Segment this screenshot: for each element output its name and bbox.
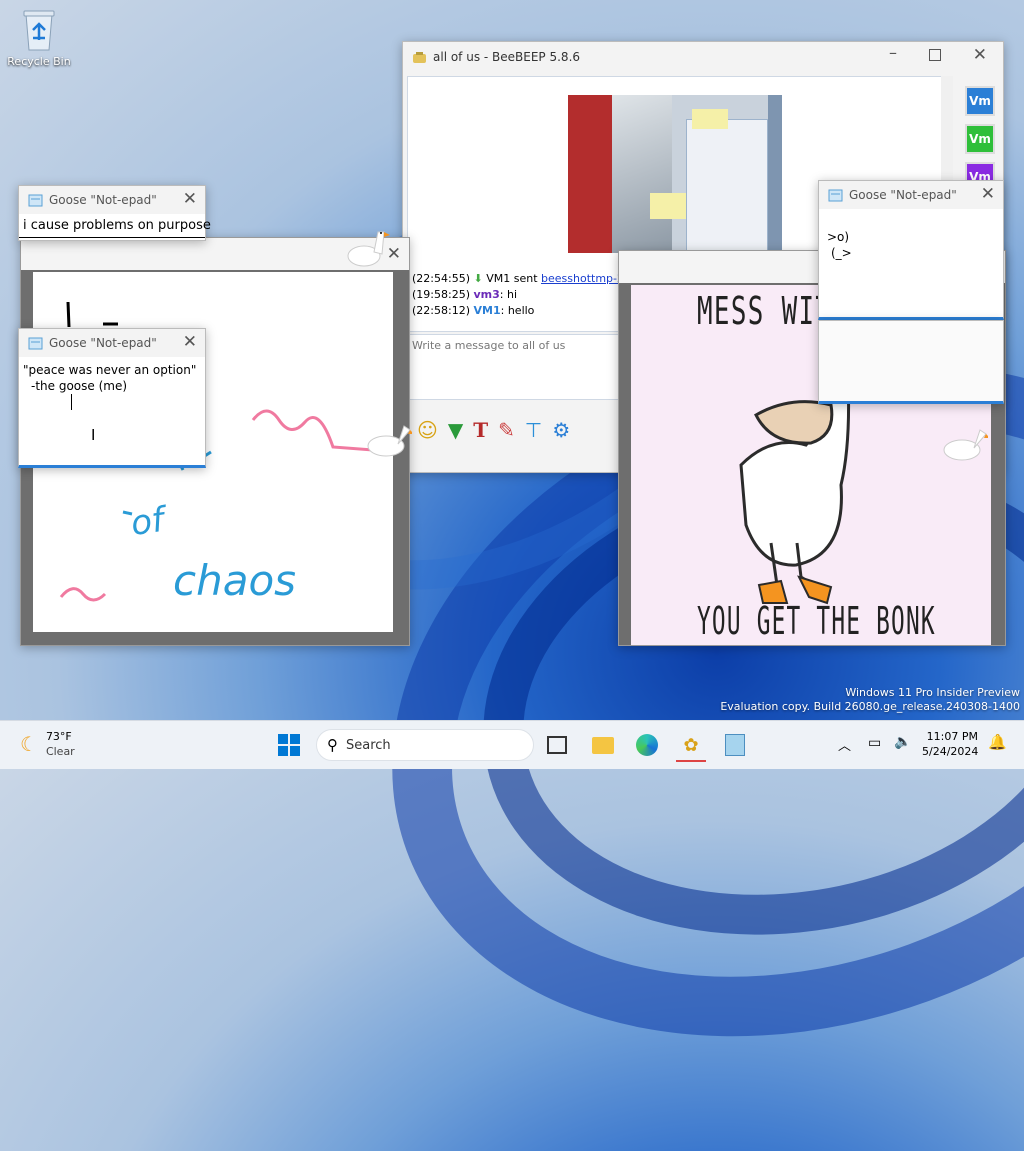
notepad-window[interactable]: Goose "Not-epad" ✕ >o) (_> xyxy=(818,180,1004,320)
notepad-window[interactable]: Goose "Not-epad" ✕ "peace was never an o… xyxy=(18,328,206,468)
folder-icon xyxy=(592,736,614,754)
close-button[interactable]: ✕ xyxy=(981,184,995,204)
message-row: (22:58:12) VM1: hello xyxy=(412,304,535,317)
beebeep-title: all of us - BeeBEEP 5.8.6 xyxy=(433,50,581,64)
user-list: Vm Vm Vm xyxy=(965,86,997,192)
font-icon[interactable]: T xyxy=(473,418,488,442)
edge-button[interactable] xyxy=(632,730,662,760)
user-badge[interactable]: Vm xyxy=(965,124,995,154)
message-row: (19:58:25) vm3: hi xyxy=(412,288,518,301)
bee-app-icon xyxy=(413,51,426,63)
bee-icon: ✿ xyxy=(683,734,699,756)
goose-sprite[interactable] xyxy=(366,420,414,464)
network-icon[interactable]: ▭ xyxy=(868,735,881,751)
watermark: Windows 11 Pro Insider Preview Evaluatio… xyxy=(720,686,1020,713)
bell-icon[interactable]: 🔔 xyxy=(988,733,1007,751)
minimize-button[interactable]: – xyxy=(889,43,897,62)
search-label: Search xyxy=(346,737,391,753)
volume-icon[interactable]: 🔈 xyxy=(894,734,911,750)
edge-icon xyxy=(636,734,658,756)
close-button[interactable]: ✕ xyxy=(183,189,197,209)
file-explorer-button[interactable] xyxy=(588,730,618,760)
notepad-taskbar-button[interactable] xyxy=(720,730,750,760)
weather-widget[interactable]: ☾ 73°F Clear xyxy=(20,729,75,759)
search-icon: ⚲ xyxy=(327,736,338,754)
recycle-bin-icon xyxy=(23,10,55,51)
close-button[interactable]: ✕ xyxy=(973,45,987,65)
taskbar: ☾ 73°F Clear ⚲ Search ✿ ︿ ▭ 🔈 11:07 PM 5… xyxy=(0,720,1024,769)
send-icon[interactable]: ▼ xyxy=(448,418,463,442)
settings-icon[interactable]: ⚙ xyxy=(552,418,570,442)
moon-icon: ☾ xyxy=(20,732,38,756)
ibeam-cursor: I xyxy=(91,426,96,444)
message-input-placeholder: Write a message to all of us xyxy=(412,339,566,352)
goose-sprite[interactable] xyxy=(942,424,990,468)
drawn-word: of xyxy=(128,499,167,545)
notepad-text[interactable]: >o) (_> xyxy=(819,209,1003,281)
emoji-icon[interactable]: ☺ xyxy=(417,418,438,442)
drawn-word: chaos xyxy=(173,556,297,605)
task-view-icon xyxy=(547,736,567,754)
notepad-title: Goose "Not-epad" xyxy=(49,336,157,350)
notepad-title: Goose "Not-epad" xyxy=(849,188,957,202)
windows-logo-icon xyxy=(278,734,300,756)
notepad-text[interactable]: "peace was never an option" -the goose (… xyxy=(19,357,205,443)
message-list: (22:54:55) ⬇ VM1 sent beesshottmp-202 (1… xyxy=(412,271,638,319)
user-badge[interactable]: Vm xyxy=(965,86,995,116)
arrow-icon: ⬇ xyxy=(473,272,483,285)
search-box[interactable]: ⚲ Search xyxy=(316,729,534,761)
notepad-title: Goose "Not-epad" xyxy=(49,193,157,207)
notepad-icon xyxy=(28,194,43,206)
brush-icon[interactable]: ⊤ xyxy=(525,418,542,442)
start-button[interactable] xyxy=(274,730,304,760)
notepad-icon xyxy=(828,189,843,201)
color-icon[interactable]: ✎ xyxy=(498,418,515,442)
recycle-bin[interactable]: Recycle Bin xyxy=(6,8,72,68)
chevron-up-icon[interactable]: ︿ xyxy=(838,735,851,754)
notepad-app-icon xyxy=(725,734,745,756)
clock[interactable]: 11:07 PM 5/24/2024 xyxy=(922,729,978,759)
notepad-icon xyxy=(28,337,43,349)
blank-window[interactable] xyxy=(818,320,1004,404)
text-cursor xyxy=(71,394,72,410)
recycle-bin-label: Recycle Bin xyxy=(7,55,71,68)
message-row: (22:54:55) ⬇ VM1 sent beesshottmp-202 xyxy=(412,272,639,285)
screenshot-thumbnail[interactable] xyxy=(568,95,782,253)
close-button[interactable]: ✕ xyxy=(183,332,197,352)
beebeep-taskbar-button[interactable]: ✿ xyxy=(676,730,706,762)
meme-bottom-text: YOU GET THE BONK xyxy=(697,599,936,643)
notepad-text[interactable]: i cause problems on purpose xyxy=(19,214,211,238)
goose-sprite[interactable] xyxy=(344,226,390,270)
toolbar: ☺ ▼ T ✎ ⊤ ⚙ xyxy=(417,418,570,442)
maximize-button[interactable] xyxy=(929,49,941,61)
task-view-button[interactable] xyxy=(542,730,572,760)
notepad-window[interactable]: Goose "Not-epad" ✕ i cause problems on p… xyxy=(18,185,211,241)
